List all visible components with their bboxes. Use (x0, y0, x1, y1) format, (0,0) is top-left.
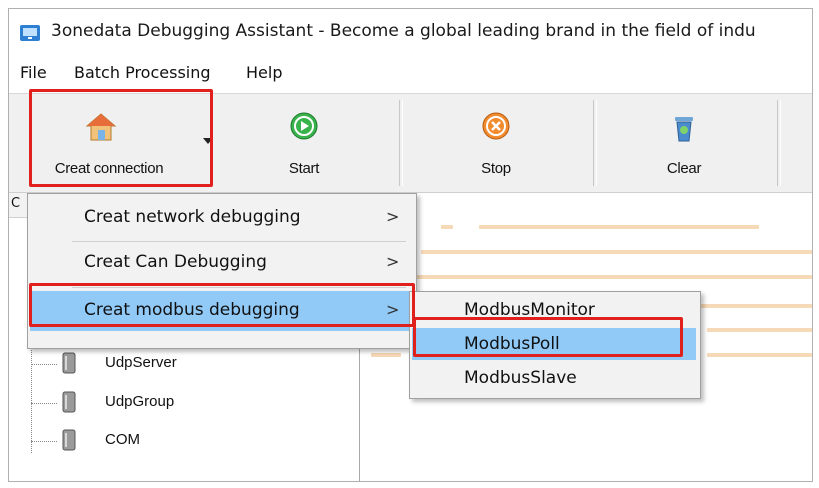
toolbar-separator (399, 100, 403, 186)
chevron-right-icon: > (386, 252, 400, 271)
clear-button[interactable]: Clear (599, 94, 769, 192)
trash-icon (675, 117, 693, 142)
tree-connector (31, 403, 57, 404)
stop-button[interactable]: Stop (405, 94, 587, 192)
start-label: Start (288, 160, 320, 177)
tree-connector (31, 364, 57, 365)
clear-label: Clear (666, 160, 702, 177)
tree-item-com[interactable]: COM (9, 427, 349, 455)
log-line (371, 353, 401, 357)
log-line (387, 275, 812, 279)
window-title: 3onedata Debugging Assistant - Become a … (51, 21, 756, 41)
highlight-modbuspoll (413, 317, 683, 357)
menu-item-can-debugging[interactable]: Creat Can Debugging > (30, 243, 412, 283)
menu-file[interactable]: File (20, 63, 47, 82)
tree-item-udpgroup[interactable]: UdpGroup (9, 389, 349, 417)
tree-item-label: UdpServer (105, 354, 177, 371)
menu-bar: File Batch Processing Help (9, 61, 812, 87)
menu-batch-processing[interactable]: Batch Processing (74, 63, 211, 82)
server-icon (62, 352, 76, 374)
log-line (531, 250, 812, 254)
play-icon (290, 112, 318, 140)
menu-item-label: Creat network debugging (84, 207, 301, 227)
server-icon (62, 391, 76, 413)
log-line (707, 328, 812, 332)
server-icon (62, 429, 76, 451)
stop-label: Stop (481, 160, 511, 177)
tree-panel-header-text: C (11, 196, 21, 211)
highlight-create-connection (29, 89, 213, 187)
menu-item-network-debugging[interactable]: Creat network debugging > (30, 198, 412, 238)
submenu-item-modbusslave[interactable]: ModbusSlave (412, 362, 696, 394)
menu-item-label: Creat Can Debugging (84, 252, 267, 272)
menu-help[interactable]: Help (246, 63, 282, 82)
toolbar-separator (777, 100, 781, 186)
tree-item-udpserver[interactable]: UdpServer (9, 350, 349, 378)
title-bar: 3onedata Debugging Assistant - Become a … (9, 9, 812, 53)
highlight-modbus-debugging (29, 283, 415, 327)
log-line (441, 225, 453, 229)
chevron-right-icon: > (386, 207, 400, 226)
start-button[interactable]: Start (219, 94, 389, 192)
log-line (479, 225, 759, 229)
menu-separator (72, 241, 406, 242)
tree-item-label: UdpGroup (105, 393, 175, 410)
submenu-item-label: ModbusSlave (464, 368, 577, 388)
tree-connector (31, 441, 57, 442)
log-line (707, 353, 812, 357)
app-window: 3onedata Debugging Assistant - Become a … (8, 8, 813, 482)
app-icon (20, 25, 40, 41)
log-line (697, 304, 812, 308)
tree-item-label: COM (105, 431, 140, 448)
toolbar-separator (593, 100, 597, 186)
stop-icon (482, 112, 510, 140)
